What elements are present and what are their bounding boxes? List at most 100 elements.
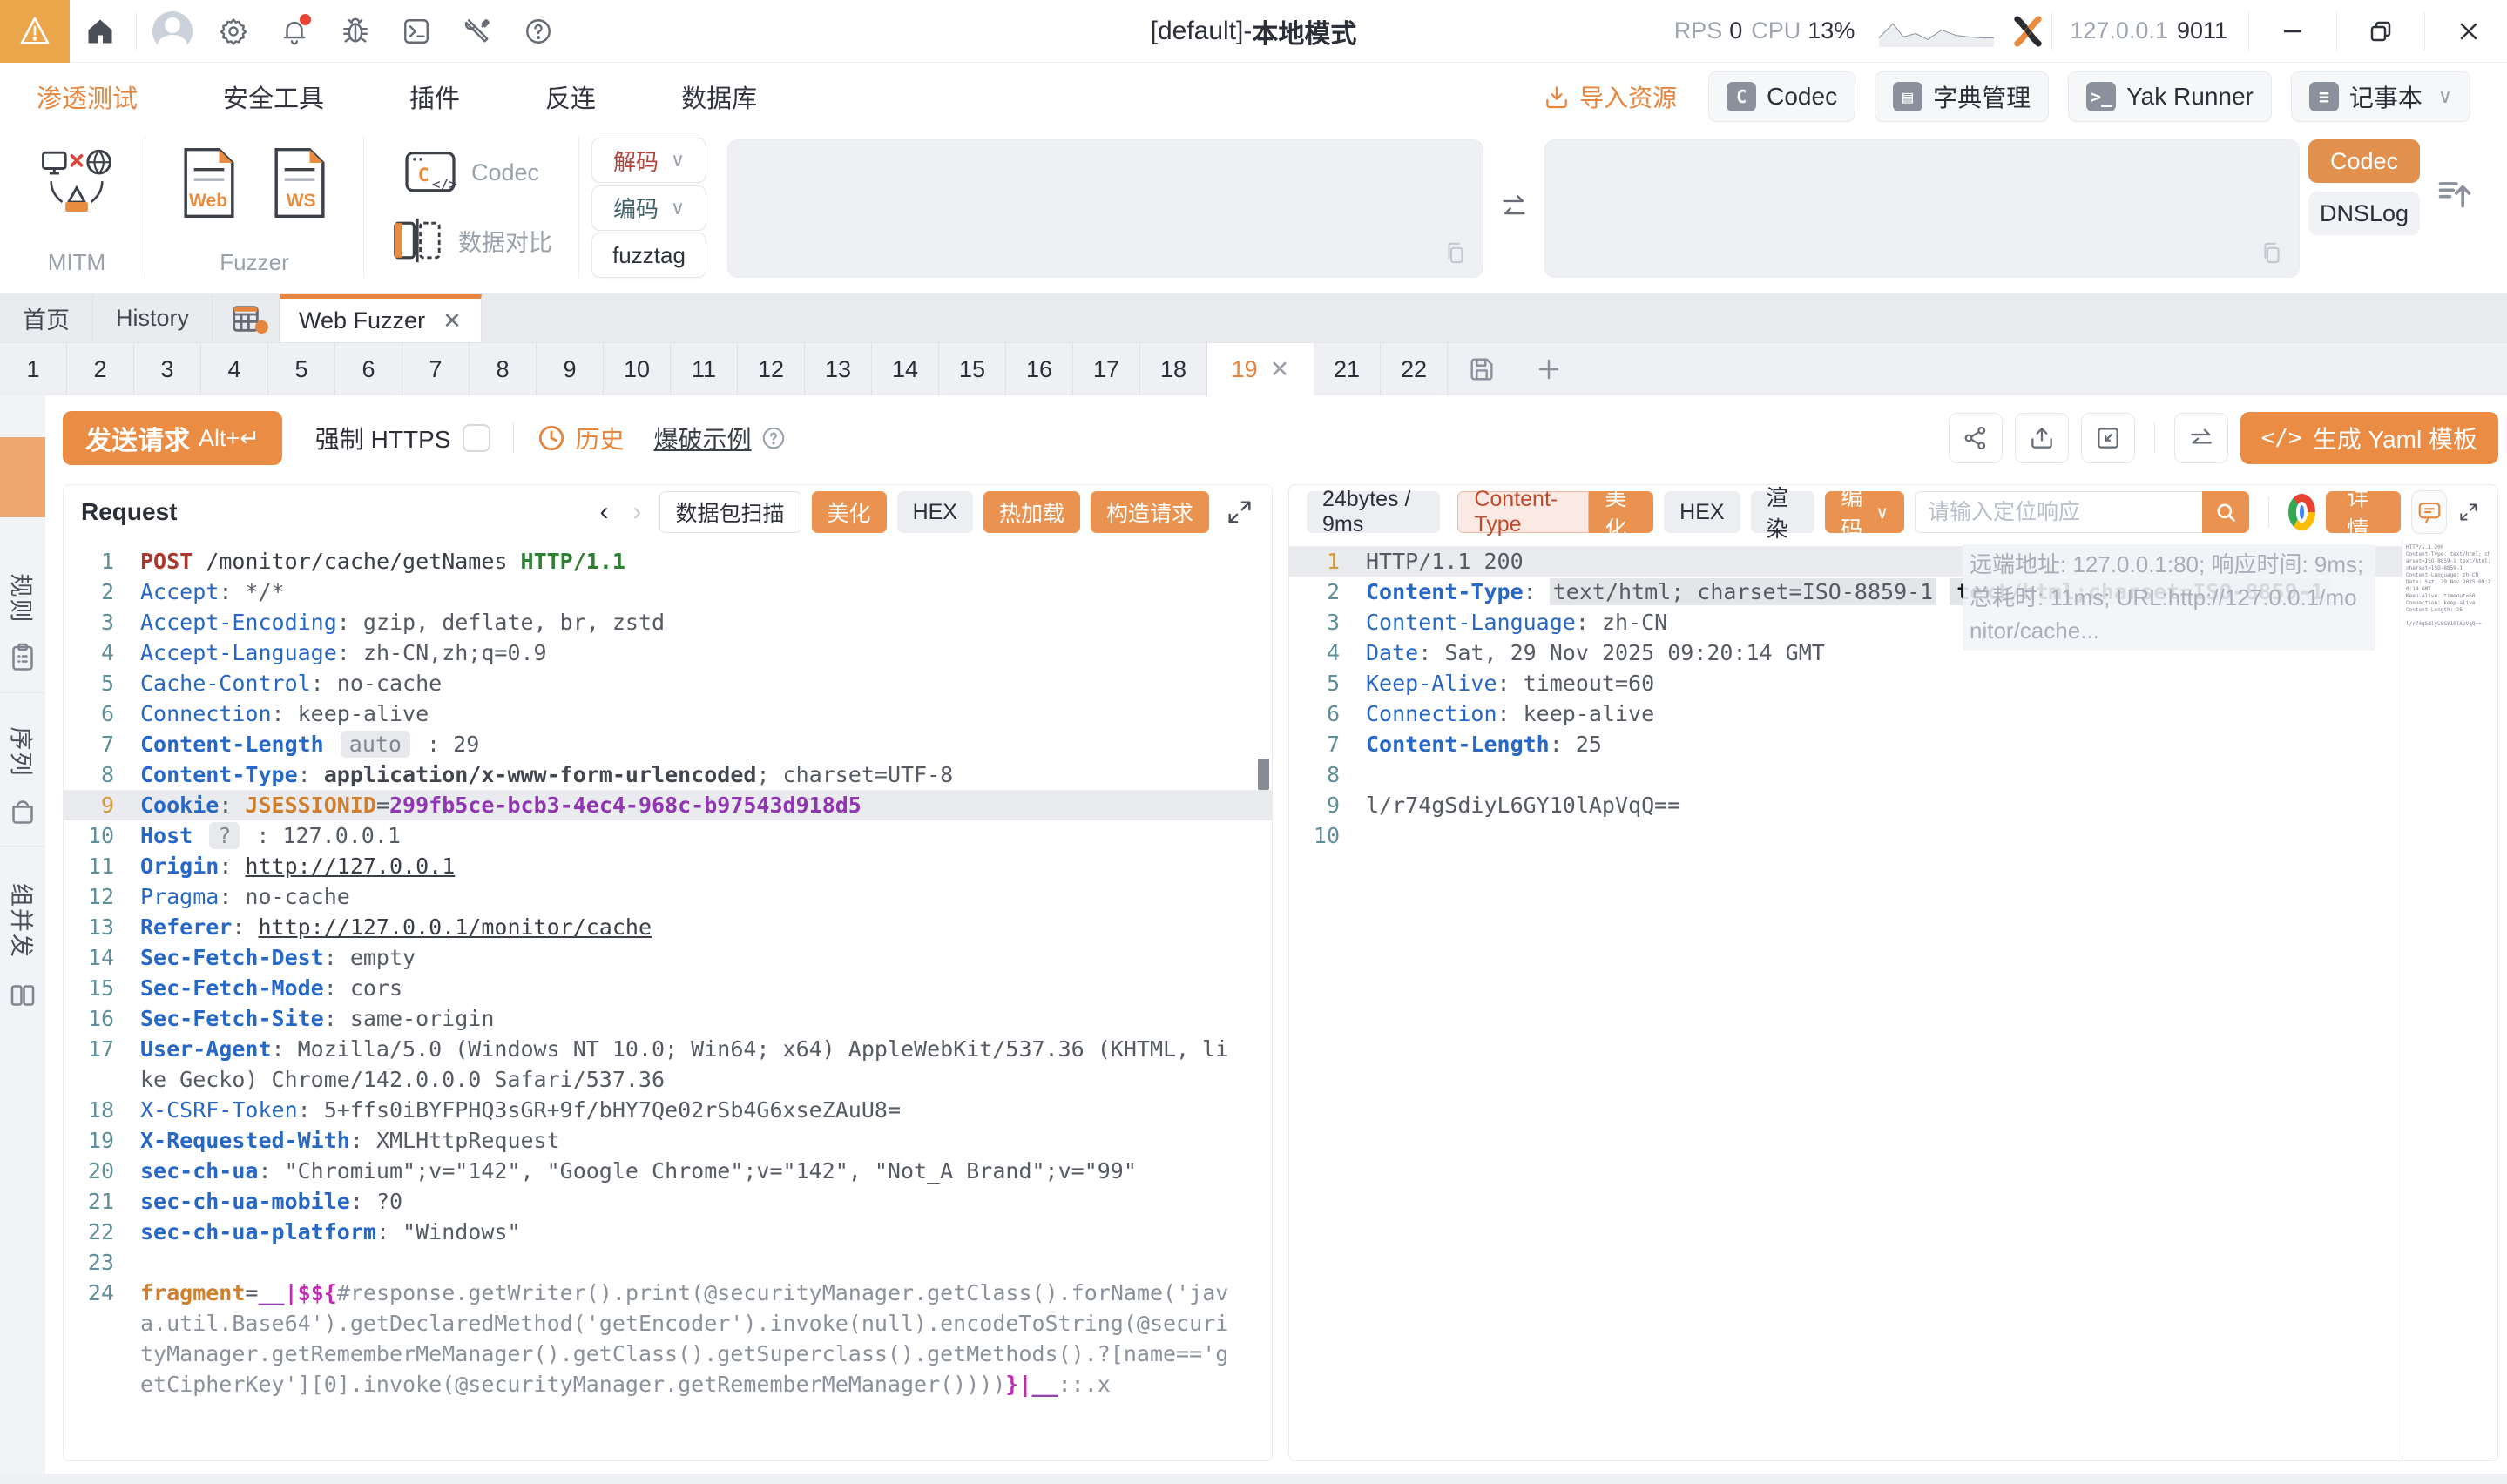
encode-button[interactable]: 编码∨ [591,186,706,231]
comment-button[interactable] [2411,490,2447,534]
fuzzer-tab-7[interactable]: 7 [402,343,470,395]
code-line[interactable]: 22sec-ch-ua-platform: "Windows" [64,1217,1272,1247]
user-avatar[interactable] [142,0,203,63]
yak-engine-icon[interactable] [2010,13,2046,50]
send-request-button[interactable]: 发送请求 Alt+↵ [63,411,282,465]
tab-dnslog[interactable]: DNSLog [2308,192,2420,235]
swap-io-icon[interactable] [1492,136,1536,278]
fuzztag-button[interactable]: fuzztag [591,233,706,278]
tab-home[interactable]: 首页 [0,294,93,342]
render-button[interactable]: 渲染 [1751,491,1815,533]
fuzzer-tab-2[interactable]: 2 [67,343,134,395]
codec-tool[interactable]: C </> Codec [403,150,539,197]
maximize-button[interactable] [2342,0,2419,63]
sidebar-active-tab[interactable] [0,437,45,517]
code-line[interactable]: 6Connection: keep-alive [64,698,1272,729]
prev-icon[interactable]: ‹ [593,497,616,527]
tab-history[interactable]: History [93,294,213,342]
question-icon[interactable] [760,425,787,451]
detail-button[interactable]: 详情 [2326,491,2401,533]
codec-input-area[interactable] [727,139,1483,278]
close-tab-icon[interactable]: ✕ [443,307,462,334]
export-button[interactable] [2015,413,2069,463]
fullscreen-icon[interactable] [1225,497,1254,527]
beautify-button[interactable]: 美化 [812,491,887,533]
code-line[interactable]: 13Referer: http://127.0.0.1/monitor/cach… [64,912,1272,942]
code-line[interactable]: 23 [64,1247,1272,1278]
minimap[interactable]: HTTP/1.1 200 Content-Type: text/html; ch… [2402,539,2497,1460]
menu-pentest[interactable]: 渗透测试 [37,78,138,115]
save-fuzzer-icon[interactable] [1448,343,1515,395]
import-resource-button[interactable]: 导入资源 [1543,79,1677,114]
minimize-button[interactable] [2254,0,2331,63]
code-line[interactable]: 11Origin: http://127.0.0.1 [64,851,1272,881]
code-line[interactable]: 2Accept: */* [64,577,1272,607]
sidebar-item-group[interactable]: 组并发 [0,847,45,1030]
code-line[interactable]: 1POST /monitor/cache/getNames HTTP/1.1 [64,546,1272,577]
code-line[interactable]: 20sec-ch-ua: "Chromium";v="142", "Google… [64,1156,1272,1186]
code-line[interactable]: 3Accept-Encoding: gzip, deflate, br, zst… [64,607,1272,637]
sidebar-item-sequence[interactable]: 序列 [0,693,45,847]
fuzzer-tab-9[interactable]: 9 [537,343,604,395]
generate-yaml-button[interactable]: </> 生成 Yaml 模板 [2240,412,2498,464]
switch-view-button[interactable] [2174,413,2228,463]
codec-output-area[interactable] [1544,139,2301,278]
fuzzer-tab-6[interactable]: 6 [335,343,402,395]
code-line[interactable]: 5Keep-Alive: timeout=60 [1289,668,2497,698]
code-line[interactable]: 8Content-Type: application/x-www-form-ur… [64,759,1272,790]
fuzzer-tab-3[interactable]: 3 [134,343,201,395]
code-line[interactable]: 5Cache-Control: no-cache [64,668,1272,698]
help-icon[interactable] [508,0,569,63]
history-button[interactable]: 历史 [537,421,624,455]
code-line[interactable]: 17User-Agent: Mozilla/5.0 (Windows NT 10… [64,1034,1272,1095]
fuzzer-tab-22[interactable]: 22 [1381,343,1448,395]
code-line[interactable]: 16Sec-Fetch-Site: same-origin [64,1003,1272,1034]
tab-db-grid[interactable] [213,294,280,342]
code-line[interactable]: 21sec-ch-ua-mobile: ?0 [64,1186,1272,1217]
fuzzer-tab-15[interactable]: 15 [939,343,1006,395]
close-tab-icon[interactable]: ✕ [1270,356,1290,383]
fuzzer-tab-1[interactable]: 1 [0,343,67,395]
code-line[interactable]: 12Pragma: no-cache [64,881,1272,912]
open-in-chrome-icon[interactable] [2288,494,2316,530]
request-editor[interactable]: 1POST /monitor/cache/getNames HTTP/1.12A… [64,539,1272,1460]
fuzzer-tab-8[interactable]: 8 [470,343,537,395]
copy-icon[interactable] [1443,240,1469,266]
import-packet-button[interactable] [2081,413,2135,463]
search-input[interactable] [1915,491,2202,533]
menu-security-tools[interactable]: 安全工具 [223,78,324,115]
response-editor[interactable]: 远端地址: 127.0.0.1:80; 响应时间: 9ms; 总耗时: 11ms… [1289,539,2497,1460]
add-fuzzer-tab-icon[interactable] [1515,343,1582,395]
code-line[interactable]: 18X-CSRF-Token: 5+ffs0iBYFPHQ3sGR+9f/bHY… [64,1095,1272,1125]
blast-example-link[interactable]: 爆破示例 [653,421,751,455]
code-line[interactable]: 4Accept-Language: zh-CN,zh;q=0.9 [64,637,1272,668]
close-button[interactable] [2430,0,2507,63]
fuzzer-tab-11[interactable]: 11 [671,343,738,395]
sidebar-item-rules[interactable]: 规则 [0,540,45,693]
hex-button[interactable]: HEX [897,491,973,533]
fuzzer-tab-17[interactable]: 17 [1073,343,1140,395]
fuzzer-tab-12[interactable]: 12 [738,343,805,395]
fuzzer-tab-14[interactable]: 14 [872,343,939,395]
settings-icon[interactable] [203,0,264,63]
share-button[interactable] [1949,413,2003,463]
menu-plugins[interactable]: 插件 [409,78,460,115]
terminal-icon[interactable] [386,0,447,63]
mitm-entry[interactable]: MITM [9,136,145,278]
fuzzer-tab-5[interactable]: 5 [268,343,335,395]
code-line[interactable]: 6Connection: keep-alive [1289,698,2497,729]
packet-scan-button[interactable]: 数据包扫描 [659,491,801,533]
fuzzer-tab-13[interactable]: 13 [805,343,872,395]
collapse-panel-icon[interactable] [2436,174,2474,212]
construct-request-button[interactable]: 构造请求 [1091,491,1209,533]
fuzzer-tab-18[interactable]: 18 [1140,343,1207,395]
code-line[interactable]: 7Content-Length: 25 [1289,729,2497,759]
code-line[interactable]: 9Cookie: JSESSIONID=299fb5ce-bcb3-4ec4-9… [64,790,1272,820]
data-compare-tool[interactable]: 数据对比 [390,217,552,264]
codec-button[interactable]: C Codec [1708,71,1855,122]
hotload-button[interactable]: 热加载 [983,491,1080,533]
code-line[interactable]: 19X-Requested-With: XMLHttpRequest [64,1125,1272,1156]
tab-web-fuzzer[interactable]: Web Fuzzer ✕ [280,294,482,342]
fullscreen-icon[interactable] [2457,497,2480,527]
encode-button[interactable]: 编码∨ [1825,491,1904,533]
